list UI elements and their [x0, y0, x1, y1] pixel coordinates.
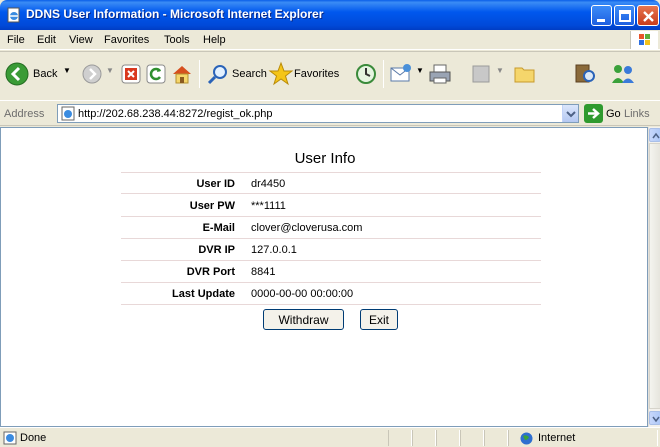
stop-icon[interactable] — [121, 64, 141, 84]
toolbar: Back ▼ ▼ Search Favorites ▼ ▼ — [0, 51, 660, 99]
status-pane — [388, 430, 412, 446]
menu-bar: File Edit View Favorites Tools Help — [0, 30, 660, 50]
close-icon — [643, 11, 654, 22]
info-row-user-pw: User PW ***1111 — [121, 195, 541, 217]
info-label: User ID — [196, 178, 235, 190]
info-label: Last Update — [172, 288, 235, 300]
forward-dropdown-icon[interactable]: ▼ — [106, 66, 114, 75]
info-label: User PW — [189, 200, 235, 212]
scroll-down-button[interactable] — [649, 411, 660, 425]
back-button-label[interactable]: Back — [33, 68, 57, 80]
windows-logo-icon — [630, 31, 658, 49]
maximize-icon — [619, 10, 631, 22]
info-value: 127.0.0.1 — [251, 244, 297, 256]
address-dropdown-button[interactable] — [562, 105, 578, 122]
minimize-button[interactable] — [591, 5, 612, 26]
mail-dropdown-icon[interactable]: ▼ — [416, 66, 424, 75]
info-value: dr4450 — [251, 178, 286, 190]
info-row-last-update: Last Update 0000-00-00 00:00:00 — [121, 283, 541, 305]
scroll-up-button[interactable] — [649, 128, 660, 142]
info-value: clover@cloverusa.com — [251, 222, 363, 234]
menu-view[interactable]: View — [69, 34, 93, 46]
menu-edit[interactable]: Edit — [37, 34, 56, 46]
address-label: Address — [4, 108, 45, 120]
home-icon[interactable] — [170, 62, 194, 86]
info-label: E-Mail — [202, 222, 235, 234]
vertical-scrollbar[interactable] — [648, 127, 660, 427]
menu-file[interactable]: File — [7, 34, 25, 46]
edit-icon[interactable] — [470, 63, 492, 85]
refresh-icon[interactable] — [146, 64, 166, 84]
info-value: 8841 — [251, 266, 276, 278]
ie-page-icon — [3, 431, 17, 445]
research-icon[interactable] — [572, 61, 598, 87]
withdraw-button[interactable]: Withdraw — [263, 309, 344, 330]
status-bar: Done Internet — [0, 427, 660, 447]
mail-icon[interactable] — [389, 62, 415, 86]
close-button[interactable] — [637, 5, 659, 26]
info-value: 0000-00-00 00:00:00 — [251, 288, 354, 300]
info-row-user-id: User ID dr4450 — [121, 172, 541, 194]
favorites-button-label[interactable]: Favorites — [294, 68, 339, 80]
history-icon[interactable] — [354, 62, 378, 86]
info-row-dvr-port: DVR Port 8841 — [121, 261, 541, 283]
security-zone-text: Internet — [538, 432, 576, 444]
scroll-thumb[interactable] — [649, 143, 660, 409]
favorites-star-icon[interactable] — [268, 61, 294, 87]
status-pane — [436, 430, 460, 446]
page-title: User Info — [294, 150, 356, 167]
window-title: DDNS User Information - Microsoft Intern… — [26, 7, 324, 21]
go-arrow-icon[interactable] — [584, 104, 603, 123]
info-row-dvr-ip: DVR IP 127.0.0.1 — [121, 239, 541, 261]
status-pane — [412, 430, 436, 446]
address-input[interactable]: http://202.68.238.44:8272/regist_ok.php — [57, 104, 579, 123]
minimize-icon — [597, 19, 605, 22]
chevron-down-icon — [652, 416, 660, 423]
toolbar-separator — [383, 60, 384, 88]
info-row-email: E-Mail clover@cloverusa.com — [121, 217, 541, 239]
go-button-label[interactable]: Go — [606, 108, 621, 120]
ie-page-icon — [61, 106, 75, 121]
status-pane — [484, 430, 508, 446]
links-label[interactable]: Links — [624, 108, 650, 120]
title-bar[interactable]: DDNS User Information - Microsoft Intern… — [0, 0, 660, 30]
info-value: ***1111 — [251, 200, 286, 212]
menu-favorites[interactable]: Favorites — [104, 34, 149, 46]
print-icon[interactable] — [428, 62, 452, 86]
address-url: http://202.68.238.44:8272/regist_ok.php — [78, 108, 273, 120]
toolbar-separator — [199, 60, 200, 88]
folder-icon[interactable] — [512, 61, 538, 87]
menu-help[interactable]: Help — [203, 34, 226, 46]
ie-page-icon — [7, 7, 20, 23]
status-text: Done — [20, 432, 47, 444]
info-label: DVR IP — [198, 244, 235, 256]
chevron-down-icon — [566, 111, 576, 118]
messenger-icon[interactable] — [608, 61, 638, 87]
search-button-label[interactable]: Search — [232, 68, 267, 80]
edit-dropdown-icon[interactable]: ▼ — [496, 66, 504, 75]
forward-icon[interactable] — [81, 63, 103, 85]
maximize-button[interactable] — [614, 5, 635, 26]
exit-button[interactable]: Exit — [360, 309, 398, 330]
info-label: DVR Port — [186, 266, 235, 278]
back-dropdown-icon[interactable]: ▼ — [63, 66, 71, 75]
page-content: User Info User ID dr4450 User PW ***1111… — [0, 127, 648, 427]
menu-tools[interactable]: Tools — [164, 34, 190, 46]
search-icon[interactable] — [206, 62, 230, 86]
status-pane — [460, 430, 484, 446]
back-icon[interactable] — [4, 61, 30, 87]
chevron-up-icon — [652, 132, 660, 139]
internet-globe-icon — [520, 432, 533, 445]
address-bar: Address http://202.68.238.44:8272/regist… — [0, 100, 660, 126]
